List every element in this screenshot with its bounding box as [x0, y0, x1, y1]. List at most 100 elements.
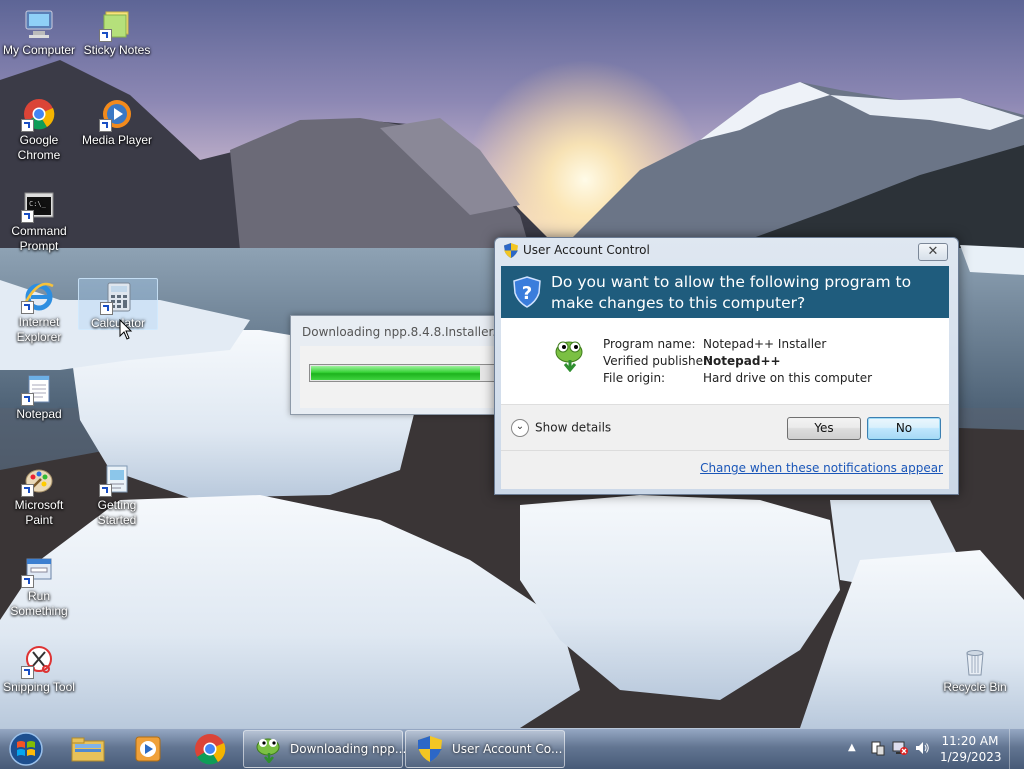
system-tray: ▲ 11:20 AM 1/29/2023: [834, 729, 1024, 769]
command-prompt-icon: C:\_: [21, 189, 55, 223]
shortcut-arrow-icon: [99, 484, 112, 497]
shortcut-arrow-icon: [21, 393, 34, 406]
show-details-label: Show details: [535, 420, 612, 435]
uac-footer: Change when these notifications appear: [501, 450, 949, 489]
start-button[interactable]: [6, 731, 46, 767]
desktop-icon-label: Google Chrome: [17, 133, 61, 162]
shortcut-arrow-icon: [99, 119, 112, 132]
task-label: Downloading npp...: [290, 742, 407, 756]
computer-icon: [23, 8, 55, 40]
desktop-icon-recycle-bin[interactable]: Recycle Bin: [936, 645, 1014, 695]
network-error-icon[interactable]: [892, 740, 908, 756]
media-player-icon: [135, 736, 161, 762]
desktop-icon-label: Internet Explorer: [16, 315, 62, 344]
taskbar-explorer-button[interactable]: [60, 731, 116, 767]
program-name-value: Notepad++ Installer: [703, 337, 827, 351]
close-button[interactable]: ✕: [918, 243, 948, 261]
desktop-icon-internet-explorer[interactable]: Internet Explorer: [0, 280, 78, 345]
shortcut-arrow-icon: [21, 666, 34, 679]
clock-date: 1/29/2023: [940, 750, 1002, 764]
taskbar-task-uac[interactable]: User Account Co...: [405, 730, 565, 768]
paint-icon: [21, 463, 55, 497]
taskbar-media-player-button[interactable]: [120, 731, 176, 767]
desktop-icon-label: Media Player: [81, 133, 153, 147]
desktop-icon-microsoft-paint[interactable]: Microsoft Paint: [0, 463, 78, 528]
chrome-icon: [195, 734, 226, 765]
recycle-bin-icon: [959, 645, 991, 677]
publisher-row: Verified publisher: Notepad++: [603, 354, 781, 368]
notepadpp-icon: [256, 738, 280, 763]
folder-icon: [71, 737, 105, 762]
shortcut-arrow-icon: [100, 302, 113, 315]
show-details-toggle[interactable]: ⌄ Show details: [511, 419, 611, 437]
run-icon: [21, 554, 55, 588]
calculator-icon: [100, 281, 134, 315]
desktop-icon-media-player[interactable]: Media Player: [78, 98, 156, 148]
shortcut-arrow-icon: [21, 301, 34, 314]
desktop-icon-snipping-tool[interactable]: Snipping Tool: [0, 645, 78, 695]
task-label: User Account Co...: [452, 742, 563, 756]
field-label: File origin:: [603, 371, 666, 385]
clock[interactable]: 11:20 AM 1/29/2023: [940, 733, 1002, 765]
uac-question: Do you want to allow the following progr…: [551, 273, 912, 312]
file-origin-value: Hard drive on this computer: [703, 371, 873, 385]
uac-dialog[interactable]: User Account Control ✕ ? Do you want to …: [494, 237, 959, 495]
desktop-icon-sticky-notes[interactable]: Sticky Notes: [78, 8, 156, 58]
yes-button[interactable]: Yes: [787, 417, 861, 440]
program-name-row: Program name: Notepad++ Installer: [603, 337, 826, 351]
notepad-icon: [21, 372, 55, 406]
uac-title-bar[interactable]: User Account Control ✕: [495, 238, 958, 262]
sticky-notes-icon: [99, 8, 133, 42]
uac-shield-icon: [504, 243, 518, 258]
shortcut-arrow-icon: [21, 210, 34, 223]
uac-question-shield-icon: ?: [513, 276, 541, 308]
uac-header: ? Do you want to allow the following pro…: [501, 266, 949, 318]
chevron-down-icon: ⌄: [511, 419, 529, 437]
download-progress-bar: [309, 364, 501, 382]
desktop-icon-my-computer[interactable]: My Computer: [0, 8, 78, 58]
windows-logo-icon: [9, 732, 43, 766]
desktop-icon-label: Recycle Bin: [943, 680, 1007, 694]
desktop-icon-label: My Computer: [2, 43, 76, 57]
desktop-icon-calculator[interactable]: Calculator: [78, 278, 158, 330]
desktop-icon-google-chrome[interactable]: Google Chrome: [0, 98, 78, 163]
field-label: Program name:: [603, 337, 696, 351]
volume-icon[interactable]: [914, 740, 930, 756]
media-player-icon: [99, 98, 133, 132]
shortcut-arrow-icon: [21, 484, 34, 497]
snipping-tool-icon: [21, 645, 55, 679]
taskbar-chrome-button[interactable]: [182, 731, 238, 767]
notepadpp-chameleon-icon: [555, 341, 583, 372]
download-progress-window[interactable]: Downloading npp.8.4.8.Installer.exe: [290, 315, 517, 415]
uac-shield-icon: [418, 736, 442, 762]
desktop-icon-label: Notepad: [16, 407, 62, 421]
desktop-icon-label: Run Something: [10, 589, 68, 618]
desktop-icon-label: Command Prompt: [11, 224, 67, 253]
desktop-icon-command-prompt[interactable]: C:\_ Command Prompt: [0, 189, 78, 254]
desktop-icon-label: Calculator: [90, 316, 146, 330]
internet-explorer-icon: [21, 280, 55, 314]
svg-text:C:\_: C:\_: [29, 200, 47, 208]
uac-title: User Account Control: [523, 243, 650, 257]
desktop-icon-run-something[interactable]: Run Something: [0, 554, 78, 619]
svg-text:?: ?: [522, 283, 532, 304]
show-hidden-icons-arrow-icon[interactable]: ▲: [848, 742, 856, 753]
taskbar: Downloading npp... User Account Co... ▲ …: [0, 728, 1024, 769]
publisher-value: Notepad++: [703, 354, 781, 368]
change-notifications-link[interactable]: Change when these notifications appear: [700, 461, 943, 475]
uac-actions: ⌄ Show details Yes No: [501, 404, 949, 451]
action-center-flag-icon[interactable]: [870, 740, 886, 756]
mouse-cursor-icon: [119, 319, 133, 340]
desktop-icon-notepad[interactable]: Notepad: [0, 372, 78, 422]
download-progress-fill: [311, 366, 480, 380]
desktop-icon-label: Microsoft Paint: [14, 498, 64, 527]
shortcut-arrow-icon: [21, 119, 34, 132]
desktop-icon-label: Sticky Notes: [83, 43, 151, 57]
show-desktop-button[interactable]: [1009, 729, 1024, 769]
desktop-icon-getting-started[interactable]: Getting Started: [78, 463, 156, 528]
shortcut-arrow-icon: [99, 29, 112, 42]
no-button[interactable]: No: [867, 417, 941, 440]
shortcut-arrow-icon: [21, 575, 34, 588]
taskbar-task-download[interactable]: Downloading npp...: [243, 730, 407, 768]
clock-time: 11:20 AM: [941, 734, 999, 748]
